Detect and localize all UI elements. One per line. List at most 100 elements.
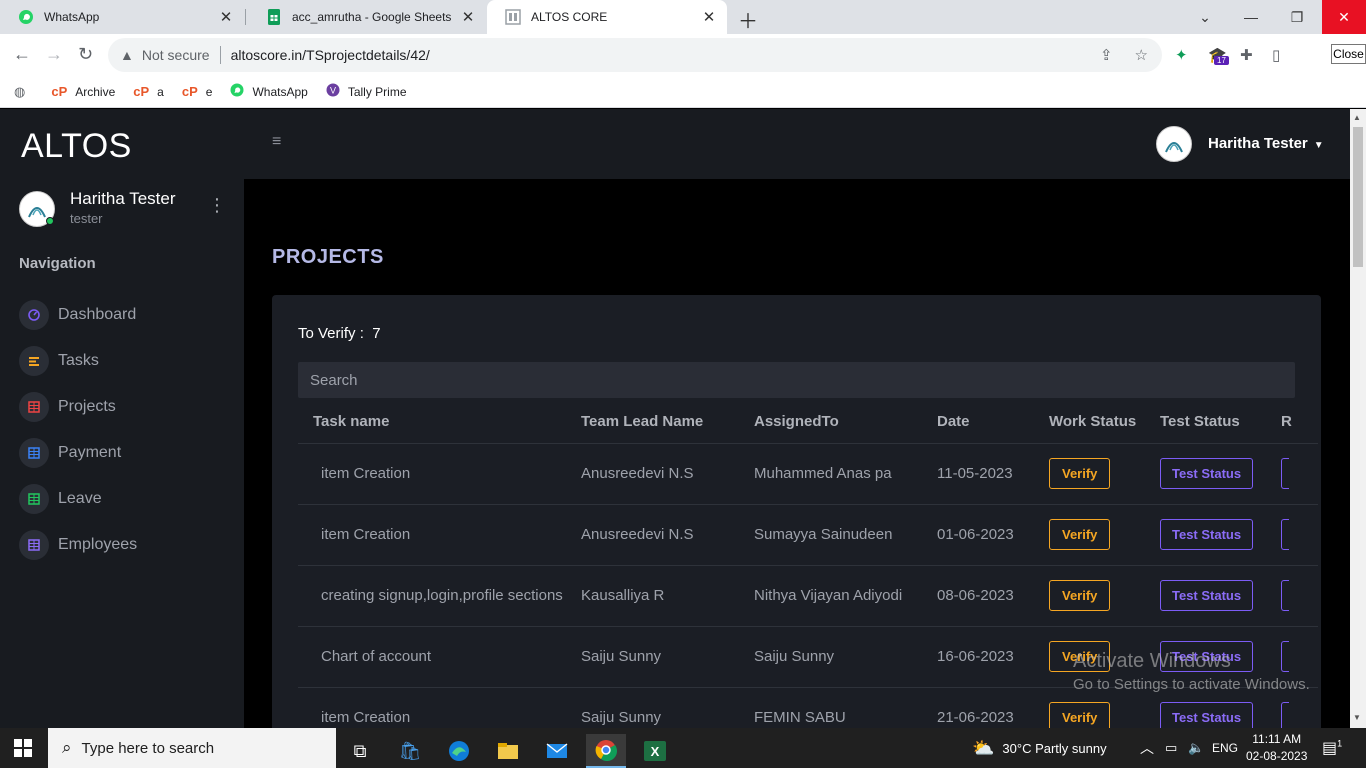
side-panel-icon[interactable]: ▯ [1272, 46, 1280, 64]
close-tab-icon[interactable]: ✕ [701, 8, 717, 26]
bookmark-archive[interactable]: cP Archive [51, 84, 115, 99]
bookmark-tally-prime[interactable]: V Tally Prime [326, 83, 407, 100]
truncated-button[interactable] [1281, 458, 1289, 489]
volume-icon[interactable]: 🔈 [1188, 728, 1204, 768]
projects-icon [19, 392, 49, 422]
cell-task: Chart of account [298, 626, 566, 688]
cell-work-status: Verify [1034, 443, 1145, 505]
notification-icon[interactable]: ▤1 [1322, 738, 1342, 758]
test-status-button[interactable]: Test Status [1160, 519, 1254, 550]
clock-date: 02-08-2023 [1246, 749, 1308, 763]
mail-icon[interactable] [537, 734, 577, 768]
verify-button[interactable]: Verify [1049, 519, 1111, 550]
restore-icon[interactable]: ❐ [1274, 0, 1320, 34]
extensions-puzzle-icon[interactable]: ✚ [1240, 46, 1253, 64]
test-status-button[interactable]: Test Status [1160, 458, 1254, 489]
edge-browser-icon[interactable] [439, 734, 479, 768]
to-verify-summary: To Verify : 7 [298, 325, 381, 342]
app-logo[interactable]: ALTOS [21, 127, 132, 166]
truncated-button[interactable] [1281, 519, 1289, 550]
tab-altos-core[interactable]: ALTOS CORE ✕ [487, 0, 727, 34]
page-icon [505, 9, 521, 25]
column-header-work-status[interactable]: Work Status [1034, 401, 1145, 444]
user-menu[interactable]: Haritha Tester ▼ [1208, 135, 1324, 152]
sheets-icon [266, 9, 282, 25]
truncated-button[interactable] [1281, 580, 1289, 611]
table-row: item Creation Anusreedevi N.S Sumayya Sa… [298, 504, 1318, 566]
apps-icon[interactable]: ◍ [14, 84, 33, 100]
file-explorer-icon[interactable] [488, 734, 528, 768]
column-header-date[interactable]: Date [922, 401, 1034, 444]
bookmark-star-icon[interactable]: ☆ [1135, 46, 1148, 64]
tab-whatsapp[interactable]: WhatsApp ✕ [0, 0, 244, 34]
truncated-button[interactable] [1281, 641, 1289, 672]
windows-start-icon[interactable] [14, 739, 32, 757]
cell-assigned: Nithya Vijayan Adiyodi [739, 565, 922, 627]
sidebar-item-dashboard[interactable]: Dashboard [19, 300, 136, 330]
warning-icon[interactable]: ▲ [120, 47, 134, 63]
security-label[interactable]: Not secure [142, 47, 210, 63]
url-box[interactable]: ▲ Not secure altoscore.in/TSprojectdetai… [108, 38, 1162, 72]
chrome-icon[interactable] [586, 734, 626, 768]
windows-taskbar: ⌕ Type here to search ⧉ 🛍 X ⛅ 30°C Partl… [0, 728, 1366, 768]
url-text[interactable]: altoscore.in/TSprojectdetails/42/ [231, 47, 430, 63]
avatar[interactable] [1156, 126, 1192, 162]
extension-icon[interactable]: ✦ [1175, 46, 1188, 64]
sidebar-item-projects[interactable]: Projects [19, 392, 116, 422]
close-tab-icon[interactable]: ✕ [460, 8, 476, 26]
close-tab-icon[interactable]: ✕ [218, 8, 234, 26]
scroll-up-icon[interactable]: ▲ [1353, 113, 1361, 122]
excel-icon[interactable]: X [635, 734, 675, 768]
sidebar-user-role: tester [70, 211, 103, 226]
sidebar-item-tasks[interactable]: Tasks [19, 346, 99, 376]
dashboard-icon [19, 300, 49, 330]
payment-icon [19, 438, 49, 468]
verify-button[interactable]: Verify [1049, 580, 1111, 611]
column-header-team-lead[interactable]: Team Lead Name [566, 401, 739, 444]
share-icon[interactable]: ⇪ [1100, 46, 1113, 64]
sidebar-item-payment[interactable]: Payment [19, 438, 121, 468]
column-header-assigned-to[interactable]: AssignedTo [739, 401, 922, 444]
scroll-thumb[interactable] [1353, 127, 1363, 267]
column-header-task-name[interactable]: Task name [298, 401, 566, 444]
page-scrollbar[interactable]: ▲ ▼ [1350, 109, 1366, 728]
scroll-down-icon[interactable]: ▼ [1353, 713, 1361, 722]
menu-icon[interactable]: ≡ [272, 133, 281, 151]
tab-search-icon[interactable]: ⌄ [1182, 0, 1228, 34]
bookmark-e[interactable]: cP e [182, 84, 213, 99]
task-view-icon[interactable]: ⧉ [340, 734, 380, 768]
column-header-test-status[interactable]: Test Status [1145, 401, 1266, 444]
minimize-icon[interactable]: — [1228, 0, 1274, 34]
show-hidden-icons[interactable]: ︿ [1140, 728, 1154, 768]
tab-title: acc_amrutha - Google Sheets [292, 10, 452, 24]
language-indicator[interactable]: ENG [1212, 728, 1238, 768]
bookmark-whatsapp[interactable]: WhatsApp [230, 83, 308, 100]
weather-widget[interactable]: ⛅ 30°C Partly sunny [972, 728, 1107, 768]
bookmark-label: Tally Prime [347, 84, 407, 99]
sidebar-item-employees[interactable]: Employees [19, 530, 137, 560]
column-header-truncated[interactable]: R [1266, 401, 1318, 444]
avatar[interactable] [19, 191, 55, 227]
whatsapp-icon [18, 9, 34, 25]
tab-google-sheets[interactable]: acc_amrutha - Google Sheets ✕ [248, 0, 486, 34]
new-tab-icon[interactable]: ＋ [738, 5, 758, 34]
microsoft-store-icon[interactable]: 🛍 [390, 734, 430, 768]
taskbar-search[interactable]: ⌕ Type here to search [48, 728, 336, 768]
search-input[interactable] [298, 362, 1295, 398]
notification-count: 1 [1337, 738, 1343, 749]
sidebar: ALTOS Haritha Tester tester ⋮ Navigation… [0, 109, 244, 728]
search-icon: ⌕ [62, 738, 72, 757]
sidebar-item-leave[interactable]: Leave [19, 484, 102, 514]
more-options-icon[interactable]: ⋮ [208, 195, 226, 216]
reload-icon[interactable]: ↻ [78, 44, 93, 65]
verify-button[interactable]: Verify [1049, 458, 1111, 489]
extension-badge-icon[interactable]: 🎓17 [1208, 46, 1229, 66]
bookmark-a[interactable]: cP a [133, 84, 164, 99]
back-icon[interactable]: ← [13, 44, 31, 65]
network-icon[interactable]: ▭ [1165, 728, 1177, 768]
close-window-icon[interactable]: ✕ [1322, 0, 1366, 34]
system-clock[interactable]: 11:11 AM 02-08-2023 [1246, 731, 1307, 765]
cell-date: 11-05-2023 [922, 443, 1034, 505]
test-status-button[interactable]: Test Status [1160, 580, 1254, 611]
forward-icon[interactable]: → [45, 44, 63, 65]
